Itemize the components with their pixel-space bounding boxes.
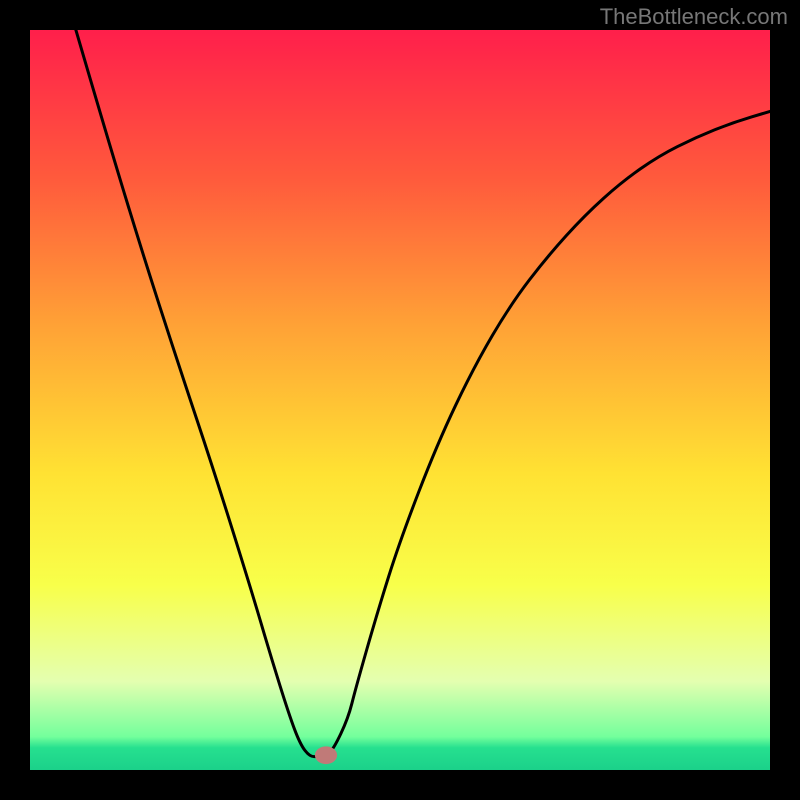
chart-svg xyxy=(30,30,770,770)
chart-background xyxy=(30,30,770,770)
chart-marker xyxy=(315,746,337,764)
chart-plot-area xyxy=(30,30,770,770)
chart-outer-frame xyxy=(0,0,800,800)
watermark-text: TheBottleneck.com xyxy=(600,4,788,30)
